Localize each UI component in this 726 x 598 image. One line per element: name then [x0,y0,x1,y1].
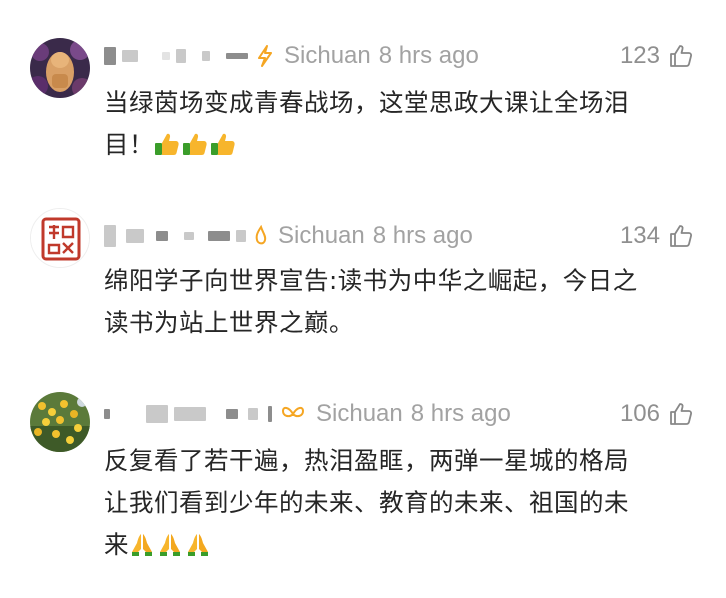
comment-meta: Sichuan 8 hrs ago [104,216,473,256]
like-count: 106 [619,400,660,427]
comment-line-wrap: 目！ [104,124,704,166]
comment-line: 读书为站上世界之巅。 [104,308,354,337]
like-button[interactable]: 134 [620,216,694,256]
region-label: Sichuan [316,400,403,427]
timestamp: 8 hrs ago [372,222,473,249]
thumbs-up-icon [670,403,693,425]
folded-hands-emoji-icon [129,530,213,559]
comment-line: 反复看了若干遍，热泪盈眶，两弹一星城的格局 [104,446,629,475]
like-count: 123 [619,42,660,69]
avatar[interactable] [30,208,90,268]
comment-text: 当绿茵场变成青春战场，这堂思政大课让全场泪 目！ [104,82,704,166]
region-label: Sichuan [284,42,371,69]
comment-line: 来 [104,530,129,559]
flame-badge-icon [254,225,268,247]
bow-badge-icon [280,403,306,425]
avatar[interactable] [30,392,90,452]
timestamp: 8 hrs ago [378,42,479,69]
avatar[interactable] [30,38,90,98]
thumbs-up-emoji-icon [154,130,238,159]
comment-line-wrap: 来 [104,524,704,566]
like-button[interactable]: 123 [620,36,694,76]
comment-text: 反复看了若干遍，热泪盈眶，两弹一星城的格局 让我们看到少年的未来、教育的未来、祖… [104,440,704,566]
username-redacted[interactable] [104,225,246,247]
comment-text: 绵阳学子向世界宣告:读书为中华之崛起，今日之 读书为站上世界之巅。 [104,260,704,344]
comment-line: 让我们看到少年的未来、教育的未来、祖国的未 [104,488,629,517]
like-count: 134 [619,222,660,249]
username-redacted[interactable] [104,47,248,65]
comment-meta: Sichuan 8 hrs ago [104,394,511,434]
lightning-badge-icon [256,45,274,67]
comment-meta: Sichuan 8 hrs ago [104,36,479,76]
thumbs-up-icon [670,45,693,67]
region-label: Sichuan [278,222,365,249]
comment-line: 绵阳学子向世界宣告:读书为中华之崛起，今日之 [104,266,638,295]
username-redacted[interactable] [104,405,272,423]
timestamp: 8 hrs ago [410,400,511,427]
comment-line: 目！ [104,130,154,159]
thumbs-up-icon [670,225,693,247]
like-button[interactable]: 106 [620,394,694,434]
comment-line: 当绿茵场变成青春战场，这堂思政大课让全场泪 [104,88,629,117]
